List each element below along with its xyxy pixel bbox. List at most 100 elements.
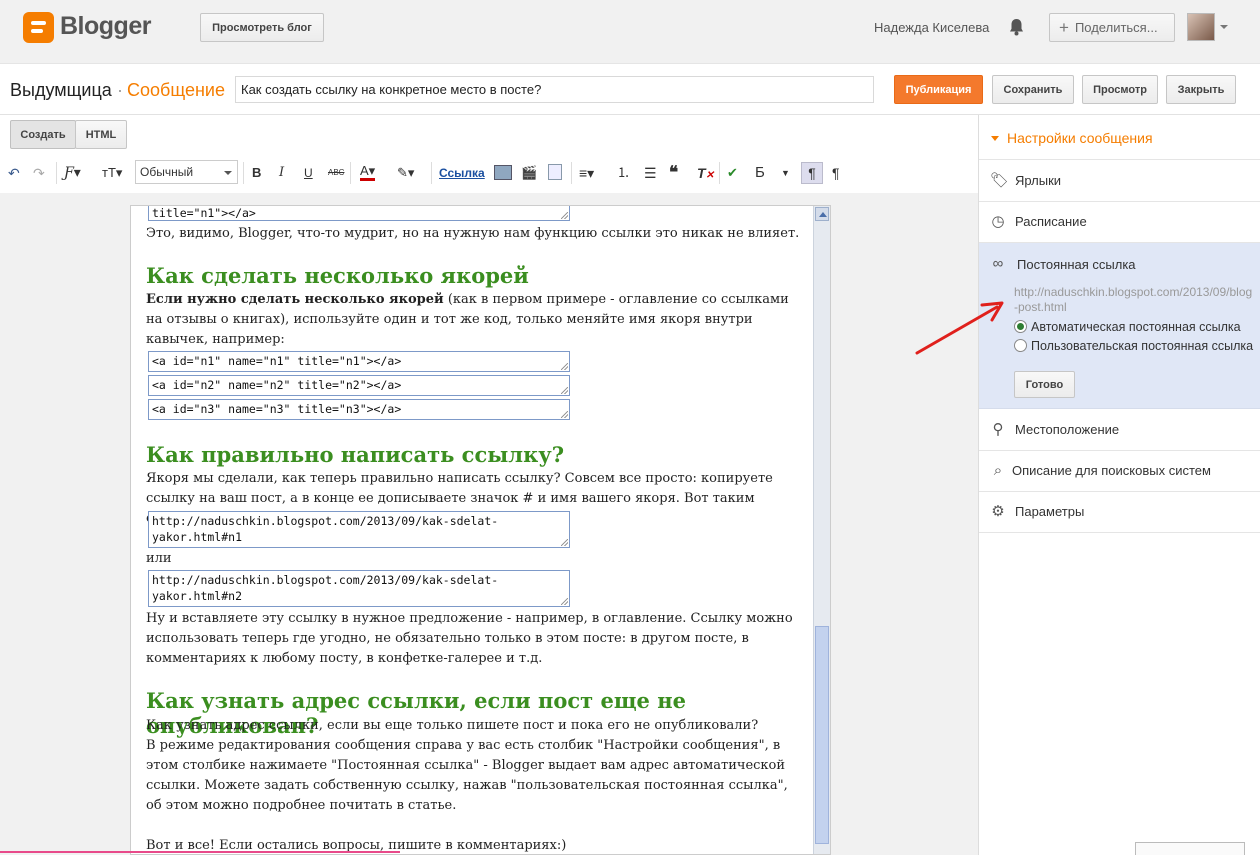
code-box[interactable]: http://naduschkin.blogspot.com/2013/09/k… [148,511,570,548]
publish-button[interactable]: Публикация [894,75,983,104]
undo-icon[interactable]: ↶ [8,164,20,182]
tag-icon: 🏷 [990,172,1010,189]
compose-mode-button[interactable]: Создать [10,120,76,149]
sidebar-item-labels[interactable]: 🏷 Ярлыки [979,161,1260,202]
share-button[interactable]: + Поделиться... [1049,13,1175,42]
post-settings-title: Настройки сообщения [1007,130,1153,146]
clock-icon: ◷ [991,213,1005,230]
link-button[interactable]: Ссылка [439,164,485,182]
toolbar-divider [243,162,244,184]
location-pin-icon: ⚲ [992,421,1004,438]
account-caret-icon[interactable] [1220,25,1228,29]
section-heading: Как правильно написать ссылку? [146,442,565,467]
blogger-logo-text[interactable]: Blogger [60,12,151,41]
gear-icon: ⚙ [991,503,1005,520]
input-tools-button[interactable]: Б [755,164,765,182]
scroll-thumb[interactable] [815,626,829,844]
sidebar-item-label: Расписание [1015,214,1087,229]
search-icon: ⌕ [993,462,1003,479]
clear-formatting-icon[interactable]: T✕ [697,164,714,182]
toolbar-divider [350,162,351,184]
paragraph-style-select[interactable]: Обычный [135,160,238,184]
save-button[interactable]: Сохранить [992,75,1074,104]
blogger-logo-icon[interactable] [23,12,54,43]
annotation-arrow-icon [915,301,1004,355]
sidebar-item-label[interactable]: Постоянная ссылка [1017,257,1136,272]
bulleted-list-icon[interactable]: ☰ [644,164,657,182]
preview-button[interactable]: Просмотр [1082,75,1158,104]
plus-icon: + [1059,17,1069,37]
page-bottom-stripe [0,851,400,853]
editor-scrollbar[interactable] [813,206,830,854]
paragraph: Как узнать адрес ссылки, если вы еще тол… [146,718,759,733]
auto-permalink-label[interactable]: Автоматическая постоянная ссылка [1031,319,1241,335]
insert-jump-break-icon[interactable] [548,164,562,180]
notifications-bell-icon[interactable] [1008,18,1025,36]
bold-text: Если нужно сделать несколько якорей [146,292,444,307]
html-mode-button[interactable]: HTML [75,120,127,149]
highlight-color-icon[interactable]: ✎▾ [397,164,414,182]
collapse-caret-icon [991,136,999,141]
permalink-url: http://naduschkin.blogspot.com/2013/09/b… [1014,285,1253,314]
spellcheck-icon[interactable]: ✔ [727,164,738,182]
strikethrough-button[interactable]: ABC [328,164,344,182]
post-settings-sidebar: Настройки сообщения 🏷 Ярлыки ◷ Расписани… [978,115,1260,855]
code-box[interactable]: <a id="n2" name="n2" title="n2"></a> [148,375,570,396]
corner-popup-stub [1135,842,1245,855]
close-button[interactable]: Закрыть [1166,75,1236,104]
sidebar-item-options[interactable]: ⚙ Параметры [979,492,1260,533]
toolbar-divider [56,162,57,184]
share-label: Поделиться... [1074,20,1158,35]
paragraph: Ну и вставляете эту ссылку в нужное пред… [146,611,793,666]
sidebar-item-label: Местоположение [1015,422,1120,437]
breadcrumb-separator: · [117,80,123,100]
post-title-input[interactable]: Как создать ссылку на конкретное место в… [235,76,874,103]
paragraph: В режиме редактирования сообщения справа… [146,738,788,813]
insert-image-icon[interactable] [494,165,512,180]
code-box[interactable]: title="n1"></a> [148,206,570,221]
sidebar-item-location[interactable]: ⚲ Местоположение [979,410,1260,451]
paragraph: Если нужно сделать несколько якорей (как… [146,290,806,350]
redo-icon[interactable]: ↷ [33,164,45,182]
user-name: Надежда Киселева [874,20,990,35]
sidebar-item-label: Описание для поисковых систем [1012,463,1211,478]
underline-button[interactable]: U [304,164,313,182]
custom-permalink-label[interactable]: Пользовательская постоянная ссылка [1014,338,1254,354]
sidebar-item-schedule[interactable]: ◷ Расписание [979,202,1260,243]
italic-button[interactable]: I [279,164,284,182]
sidebar-item-label: Ярлыки [1015,173,1062,188]
scroll-up-icon[interactable] [815,207,829,221]
input-tools-caret-icon[interactable]: ▼ [781,164,790,182]
sidebar-item-label: Параметры [1015,504,1085,519]
text-color-icon[interactable]: A▾ [360,164,376,181]
rtl-icon[interactable]: ¶ [832,164,840,182]
auto-permalink-radio[interactable] [1014,320,1027,333]
paragraph: или [146,551,172,566]
quote-icon[interactable]: ❝ [669,164,678,182]
code-box[interactable]: <a id="n3" name="n3" title="n3"></a> [148,399,570,420]
paragraph: Это, видимо, Blogger, что-то мудрит, но … [146,226,800,241]
toolbar-divider [719,162,720,184]
numbered-list-icon[interactable]: ⒈ [617,164,630,182]
post-label: Сообщение [127,80,225,100]
section-heading: Как сделать несколько якорей [146,263,529,288]
ltr-icon[interactable]: ¶ [801,162,823,184]
sidebar-item-search-description[interactable]: ⌕ Описание для поисковых систем [979,451,1260,492]
bold-button[interactable]: B [252,164,261,182]
post-body-editor[interactable]: title="n1"></a> Это, видимо, Blogger, чт… [130,205,831,855]
code-box[interactable]: <a id="n1" name="n1" title="n1"></a> [148,351,570,372]
sidebar-item-permalink: ∞ Постоянная ссылка http://naduschkin.bl… [979,243,1260,409]
view-blog-button[interactable]: Просмотреть блог [200,13,324,42]
toolbar-divider [431,162,432,184]
font-family-icon[interactable]: Ƒ▾ [64,164,81,182]
done-button[interactable]: Готово [1014,371,1075,398]
align-icon[interactable]: ≡▾ [579,164,594,182]
code-box[interactable]: http://naduschkin.blogspot.com/2013/09/k… [148,570,570,607]
font-size-icon[interactable]: тT▾ [102,164,122,182]
link-icon: ∞ [992,255,1004,272]
post-settings-header[interactable]: Настройки сообщения [979,115,1260,160]
toolbar-divider [571,162,572,184]
avatar[interactable] [1187,13,1215,41]
blog-name[interactable]: Выдумщица [10,80,112,101]
insert-video-icon[interactable]: 🎬 [521,164,537,182]
